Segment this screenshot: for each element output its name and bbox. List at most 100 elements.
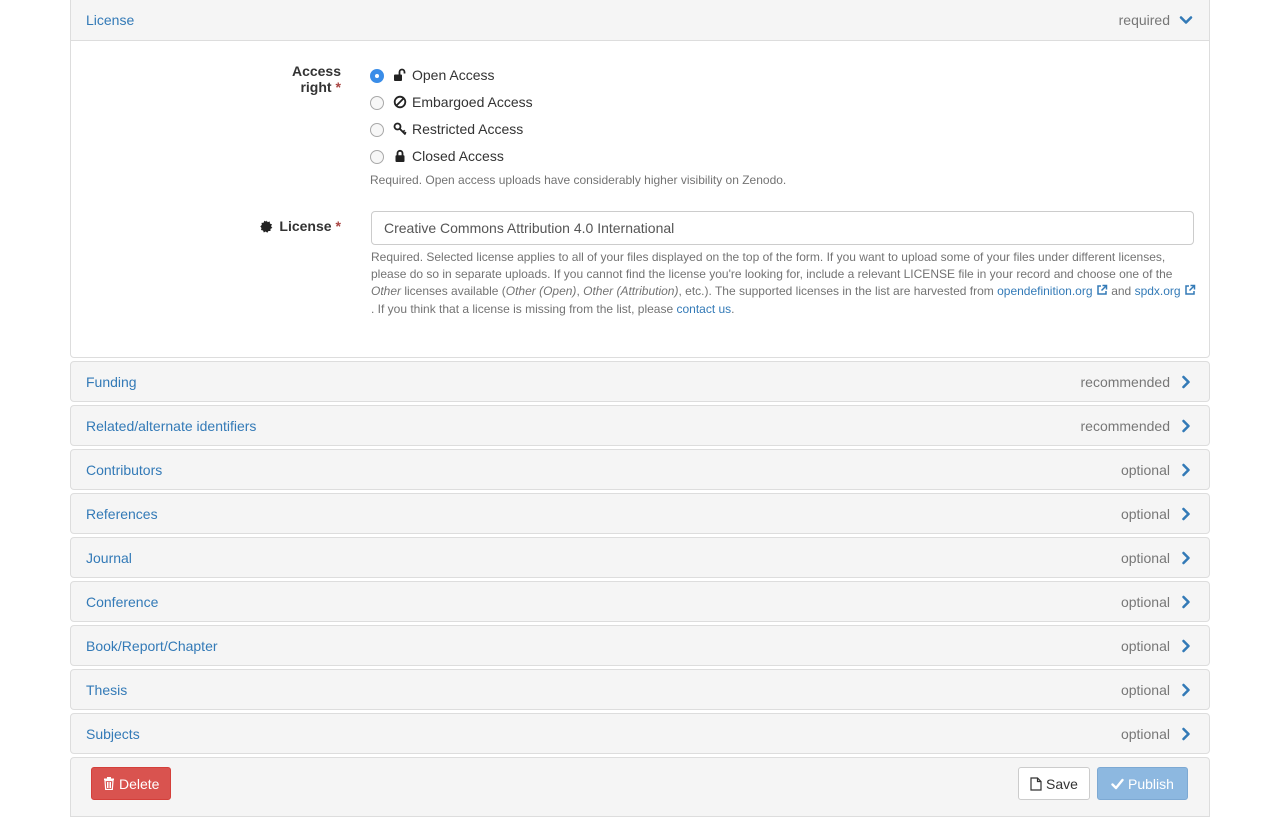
panel-title[interactable]: Related/alternate identifiers — [86, 418, 256, 434]
panel-header-right: optional — [1121, 594, 1194, 610]
unlock-icon — [394, 68, 406, 81]
panel-title[interactable]: Book/Report/Chapter — [86, 638, 218, 654]
radio-button[interactable] — [370, 150, 384, 164]
check-icon — [1111, 778, 1124, 789]
panel-header-right: optional — [1121, 462, 1194, 478]
publish-button-label[interactable]: Publish — [1128, 776, 1174, 792]
deposit-form: License required Access right * Open Acce… — [70, 0, 1210, 817]
requirement-label: recommended — [1080, 417, 1171, 434]
panel-title[interactable]: Thesis — [86, 682, 127, 698]
radio-restricted-access[interactable]: Restricted Access — [370, 115, 786, 142]
panel-header-right: required — [1119, 12, 1194, 28]
save-button[interactable]: Save — [1018, 767, 1090, 800]
required-mark: * — [335, 79, 341, 95]
key-icon — [393, 122, 407, 135]
panel-title[interactable]: Subjects — [86, 726, 140, 742]
license-help-text: Other (Attribution) — [583, 284, 679, 299]
panel-title[interactable]: References — [86, 506, 158, 522]
chevron-right-icon[interactable] — [1178, 462, 1194, 478]
access-right-help: Required. Open access uploads have consi… — [370, 173, 787, 187]
requirement-label: optional — [1120, 549, 1170, 566]
chevron-right-icon[interactable] — [1178, 550, 1194, 566]
spdx-link-text[interactable]: spdx.org — [1135, 284, 1181, 298]
section-panel-journal[interactable]: Journal optional — [70, 537, 1210, 578]
requirement-label: recommended — [1080, 373, 1171, 390]
access-right-label-text: Access right — [291, 63, 341, 95]
requirement-label: optional — [1120, 637, 1170, 654]
chevron-right-icon[interactable] — [1178, 506, 1194, 522]
section-panel-related-identifiers[interactable]: Related/alternate identifiers recommende… — [70, 405, 1210, 446]
external-link-icon[interactable] — [1184, 284, 1196, 296]
chevron-right-icon[interactable] — [1178, 682, 1194, 698]
radio-label[interactable]: Open Access — [412, 67, 495, 83]
radio-button[interactable] — [370, 96, 384, 110]
radio-embargoed-access[interactable]: Embargoed Access — [370, 88, 786, 115]
contact-us-link[interactable]: contact us — [676, 302, 731, 316]
radio-label[interactable]: Closed Access — [412, 148, 504, 164]
panel-header-right: optional — [1121, 506, 1194, 522]
section-panel-book-report-chapter[interactable]: Book/Report/Chapter optional — [70, 625, 1210, 666]
license-select-input[interactable]: Creative Commons Attribution 4.0 Interna… — [371, 211, 1194, 245]
trash-icon — [104, 777, 114, 790]
file-icon — [1030, 776, 1042, 791]
collapsed-sections: Funding recommended Related/alternate id… — [70, 361, 1210, 754]
panel-title[interactable]: Contributors — [86, 462, 162, 478]
ban-icon — [393, 95, 407, 108]
license-help-text: . If you think that a license is missing… — [371, 301, 677, 316]
panel-header-right: optional — [1121, 726, 1194, 742]
radio-button[interactable] — [370, 123, 384, 137]
chevron-right-icon[interactable] — [1178, 726, 1194, 742]
chevron-right-icon[interactable] — [1178, 594, 1194, 610]
panel-header-right: optional — [1121, 638, 1194, 654]
save-button-label[interactable]: Save — [1046, 776, 1078, 792]
opendefinition-link[interactable]: opendefinition.org — [997, 284, 1108, 298]
chevron-right-icon[interactable] — [1178, 418, 1194, 434]
license-help-text: Other (Open) — [505, 284, 577, 299]
certificate-icon — [260, 219, 273, 233]
section-panel-contributors[interactable]: Contributors optional — [70, 449, 1210, 490]
section-panel-funding[interactable]: Funding recommended — [70, 361, 1210, 402]
license-help-text: and — [1107, 284, 1135, 299]
requirement-label: optional — [1120, 593, 1170, 610]
panel-title[interactable]: Journal — [86, 550, 132, 566]
panel-header-right: recommended — [1081, 418, 1195, 434]
requirement-label: optional — [1120, 681, 1170, 698]
external-link-icon[interactable] — [1096, 284, 1108, 296]
license-help-text: licenses available ( — [401, 284, 506, 299]
spdx-link[interactable]: spdx.org — [1135, 284, 1196, 298]
radio-button[interactable] — [370, 69, 384, 83]
required-mark: * — [335, 218, 341, 234]
license-help-text: . — [731, 301, 735, 316]
section-panel-references[interactable]: References optional — [70, 493, 1210, 534]
publish-button[interactable]: Publish — [1097, 767, 1188, 800]
access-right-label: Access right * — [251, 63, 341, 95]
delete-button[interactable]: Delete — [91, 767, 172, 800]
license-label: License * — [251, 218, 341, 234]
radio-closed-access[interactable]: Closed Access — [370, 142, 786, 169]
access-right-options: Open Access Embargoed Access Restricted … — [370, 61, 786, 187]
delete-button-label[interactable]: Delete — [119, 776, 159, 792]
panel-header-right: recommended — [1081, 374, 1195, 390]
radio-open-access[interactable]: Open Access — [370, 61, 786, 88]
panel-title[interactable]: Conference — [86, 594, 158, 610]
opendefinition-link-text[interactable]: opendefinition.org — [997, 284, 1092, 298]
license-input-value[interactable]: Creative Commons Attribution 4.0 Interna… — [384, 220, 674, 236]
license-panel: License required Access right * Open Acce… — [70, 0, 1210, 358]
section-panel-conference[interactable]: Conference optional — [70, 581, 1210, 622]
section-panel-thesis[interactable]: Thesis optional — [70, 669, 1210, 710]
lock-icon — [395, 149, 405, 162]
panel-title[interactable]: Funding — [86, 374, 137, 390]
chevron-right-icon[interactable] — [1178, 638, 1194, 654]
license-help-text: Other — [371, 284, 402, 299]
chevron-down-icon[interactable] — [1178, 12, 1194, 28]
panel-header-right: optional — [1121, 550, 1194, 566]
license-help-text: , etc.). The supported licenses in the l… — [678, 284, 998, 299]
radio-label[interactable]: Embargoed Access — [412, 94, 533, 110]
requirement-label: optional — [1120, 505, 1170, 522]
panel-title[interactable]: License — [86, 12, 134, 28]
license-panel-header[interactable]: License required — [71, 0, 1209, 41]
license-help: Required. Selected license applies to al… — [371, 249, 1196, 318]
chevron-right-icon[interactable] — [1178, 374, 1194, 390]
radio-label[interactable]: Restricted Access — [412, 121, 523, 137]
section-panel-subjects[interactable]: Subjects optional — [70, 713, 1210, 754]
